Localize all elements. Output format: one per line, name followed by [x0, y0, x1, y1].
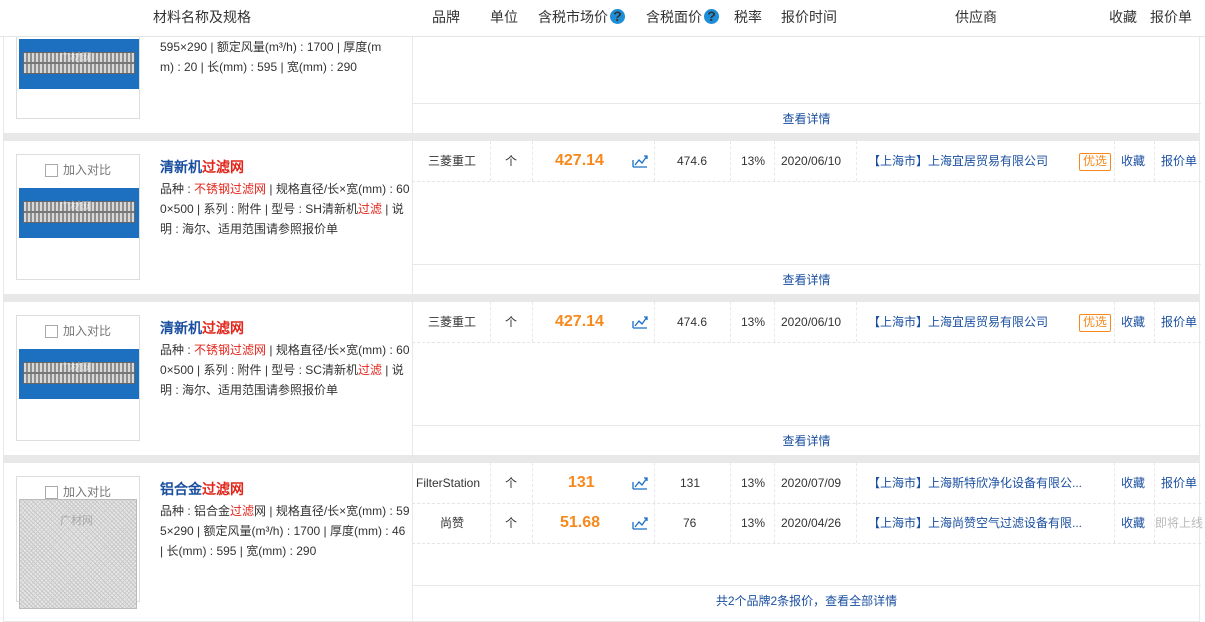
- face-price: 76: [683, 516, 697, 530]
- compare-label[interactable]: 加入对比: [63, 161, 111, 178]
- unit-cell: 个: [505, 476, 518, 490]
- quote-sheet-link[interactable]: 报价单: [1161, 463, 1197, 503]
- coming-soon-label: 即将上线: [1155, 516, 1204, 530]
- market-price: 131: [568, 474, 595, 491]
- compare-label[interactable]: 加入对比: [63, 322, 111, 339]
- best-badge: 优选: [1079, 153, 1112, 171]
- product-name[interactable]: 清新机过滤网: [160, 157, 244, 177]
- col-unit: 单位: [490, 9, 518, 25]
- quote-row: 尚赞 个 51.68 76 13% 2020/04/26 【上海市】上海尚赞空气…: [412, 503, 1204, 544]
- price-trend-icon[interactable]: [632, 154, 648, 168]
- unit-cell: 个: [505, 154, 518, 168]
- price-trend-icon[interactable]: [632, 315, 648, 329]
- col-market-price: 含税市场价?: [538, 0, 625, 36]
- supplier-link[interactable]: 【上海市】上海尚赞空气过滤设备有限...: [868, 503, 1082, 543]
- compare-checkbox[interactable]: [45, 164, 58, 177]
- brand-cell: 三菱重工: [428, 154, 477, 168]
- supplier-link[interactable]: 【上海市】上海宜居贸易有限公司: [868, 302, 1048, 342]
- product-name[interactable]: 铝合金过滤网: [160, 479, 244, 499]
- quote-row: 三菱重工 个 427.14 474.6 13% 2020/06/10 【上海市】…: [412, 141, 1201, 182]
- face-price: 474.6: [677, 315, 708, 329]
- compare-checkbox[interactable]: [45, 325, 58, 338]
- compare-box: 加入对比 广材网: [16, 154, 140, 280]
- quote-date: 2020/04/26: [781, 516, 842, 530]
- brand-cell: FilterStation: [416, 476, 481, 490]
- product-thumbnail[interactable]: 广材网: [19, 499, 137, 609]
- view-details-link[interactable]: 查看详情: [412, 425, 1201, 456]
- quote-row: FilterStation 个 131 131 13% 2020/07/09 【…: [412, 463, 1201, 504]
- product-description: 品种 : 不锈钢过滤网 | 规格直径/长×宽(mm) : 600×500 | 系…: [160, 343, 410, 397]
- tax-rate: 13%: [741, 315, 766, 329]
- product-row: 加入对比 广材网 清新机过滤网 品种 : 不锈钢过滤网 | 规格直径/长×宽(m…: [3, 301, 1201, 456]
- product-description: 品种 : 铝合金过滤网 | 规格直径/长×宽(mm) : 595×290 | 额…: [160, 504, 410, 558]
- compare-label[interactable]: 加入对比: [63, 483, 111, 500]
- product-row: 加入对比 广材网 铝合金过滤网 品种 : 铝合金过滤网 | 规格直径/长×宽(m…: [3, 462, 1204, 622]
- product-description: 品种 : 不锈钢过滤网 | 规格直径/长×宽(mm) : 600×500 | 系…: [160, 182, 410, 236]
- quote-sheet-link[interactable]: 报价单: [1161, 302, 1197, 342]
- col-brand: 品牌: [432, 9, 460, 25]
- tax-rate: 13%: [741, 516, 766, 530]
- product-thumbnail[interactable]: 广材网: [19, 39, 139, 89]
- unit-cell: 个: [505, 315, 518, 329]
- market-price: 51.68: [560, 514, 601, 531]
- col-tax: 税率: [734, 9, 762, 25]
- brand-cell: 尚赞: [440, 516, 465, 530]
- col-quote-sheet: 报价单: [1150, 9, 1192, 25]
- table-header: 材料名称及规格 品牌 单位 含税市场价? 含税面价? 税率 报价时间 供应商 收…: [0, 0, 1205, 37]
- quote-date: 2020/06/10: [781, 315, 842, 329]
- quote-row: 三菱重工 个 427.14 474.6 13% 2020/06/10 【上海市】…: [412, 302, 1201, 343]
- market-price: 427.14: [555, 313, 604, 330]
- favorite-link[interactable]: 收藏: [1121, 503, 1145, 543]
- favorite-link[interactable]: 收藏: [1121, 302, 1145, 342]
- quote-date: 2020/06/10: [781, 154, 842, 168]
- market-price: 427.14: [555, 152, 604, 169]
- compare-checkbox[interactable]: [45, 486, 58, 499]
- quote-date: 2020/07/09: [781, 476, 842, 490]
- col-name-spec: 材料名称及规格: [153, 9, 251, 25]
- view-details-link[interactable]: 查看详情: [412, 103, 1201, 134]
- product-thumbnail[interactable]: 广材网: [19, 349, 139, 399]
- compare-box: 加入对比 广材网: [16, 315, 140, 441]
- price-trend-icon[interactable]: [632, 516, 648, 530]
- favorite-link[interactable]: 收藏: [1121, 141, 1145, 181]
- unit-cell: 个: [505, 516, 518, 530]
- view-details-link[interactable]: 查看详情: [412, 264, 1201, 295]
- col-supplier: 供应商: [955, 9, 997, 25]
- col-face-price: 含税面价?: [646, 0, 719, 36]
- help-icon[interactable]: ?: [704, 9, 719, 24]
- supplier-link[interactable]: 【上海市】上海宜居贸易有限公司: [868, 141, 1048, 181]
- face-price: 131: [680, 476, 701, 490]
- brand-cell: 三菱重工: [428, 315, 477, 329]
- quote-sheet-link[interactable]: 报价单: [1161, 141, 1197, 181]
- tax-rate: 13%: [741, 154, 766, 168]
- col-favorite: 收藏: [1109, 9, 1137, 25]
- best-badge: 优选: [1079, 314, 1112, 332]
- product-row: 加入对比 广材网 清新机过滤网 品种 : 不锈钢过滤网 | 规格直径/长×宽(m…: [3, 140, 1201, 295]
- compare-box: 加入对比 广材网: [16, 476, 140, 609]
- product-name[interactable]: 清新机过滤网: [160, 318, 244, 338]
- favorite-link[interactable]: 收藏: [1121, 463, 1145, 503]
- view-all-details-link[interactable]: 共2个品牌2条报价，查看全部详情: [412, 585, 1201, 616]
- product-thumbnail[interactable]: 广材网: [19, 188, 139, 238]
- help-icon[interactable]: ?: [610, 9, 625, 24]
- supplier-link[interactable]: 【上海市】上海斯特欣净化设备有限公...: [868, 463, 1082, 503]
- face-price: 474.6: [677, 154, 708, 168]
- price-trend-icon[interactable]: [632, 476, 648, 490]
- tax-rate: 13%: [741, 476, 766, 490]
- product-description: 595×290 | 额定风量(m³/h) : 1700 | 厚度(m m) : …: [160, 40, 382, 74]
- col-quote-time: 报价时间: [781, 9, 837, 25]
